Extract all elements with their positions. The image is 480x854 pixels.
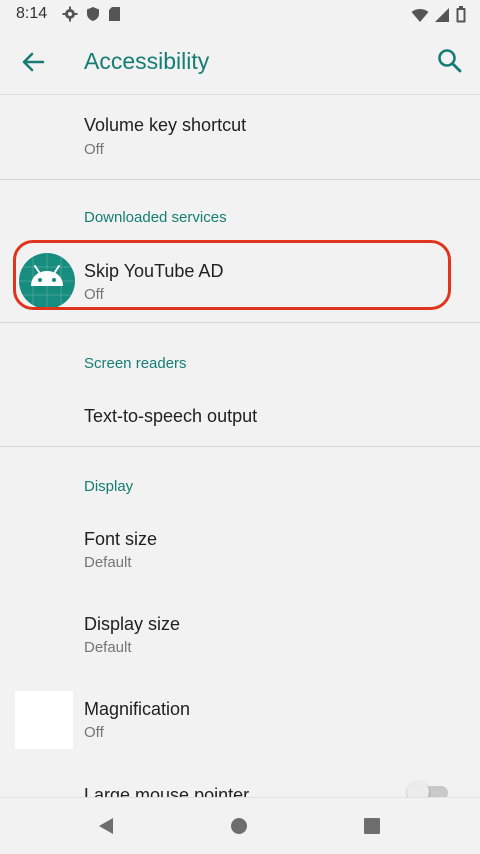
status-bar: 8:14 bbox=[0, 0, 480, 28]
status-icons-left bbox=[62, 6, 121, 22]
list-item-text-to-speech[interactable]: Text-to-speech output bbox=[0, 384, 480, 446]
status-time: 8:14 bbox=[16, 5, 48, 22]
tts-title: Text-to-speech output bbox=[84, 406, 258, 426]
volume-key-subtitle: Off bbox=[84, 141, 104, 158]
wifi-icon bbox=[411, 8, 429, 22]
section-header-downloaded-services: Downloaded services bbox=[84, 209, 227, 226]
status-icons-right bbox=[411, 6, 466, 23]
list-item-font-size[interactable]: Font size Default bbox=[0, 510, 480, 594]
search-icon[interactable] bbox=[436, 47, 464, 75]
list-item-volume-key-shortcut[interactable]: Volume key shortcut Off bbox=[0, 95, 480, 179]
page-title: Accessibility bbox=[84, 48, 210, 74]
volume-key-title: Volume key shortcut bbox=[84, 115, 247, 135]
divider bbox=[0, 322, 480, 323]
back-arrow-icon[interactable] bbox=[18, 47, 48, 77]
nav-home-icon[interactable] bbox=[230, 817, 248, 835]
section-header-display: Display bbox=[84, 478, 134, 495]
font-size-title: Font size bbox=[84, 529, 158, 549]
magnification-title: Magnification bbox=[84, 699, 191, 719]
sd-card-icon bbox=[109, 7, 120, 21]
navigation-bar bbox=[0, 797, 480, 854]
battery-icon bbox=[456, 6, 466, 23]
font-size-subtitle: Default bbox=[84, 554, 132, 571]
divider bbox=[0, 179, 480, 180]
section-header-screen-readers: Screen readers bbox=[84, 355, 187, 372]
app-bar: Accessibility bbox=[0, 28, 480, 95]
list-item-display-size[interactable]: Display size Default bbox=[0, 595, 480, 679]
gear-icon bbox=[62, 6, 78, 22]
shield-icon bbox=[87, 7, 99, 21]
magnification-subtitle: Off bbox=[84, 724, 104, 741]
divider bbox=[0, 446, 480, 447]
list-item-magnification[interactable]: Magnification Off bbox=[0, 680, 480, 764]
highlight-annotation bbox=[13, 240, 451, 310]
nav-back-icon[interactable] bbox=[96, 816, 116, 836]
display-size-subtitle: Default bbox=[84, 639, 132, 656]
cell-signal-icon bbox=[435, 7, 449, 22]
display-size-title: Display size bbox=[84, 614, 181, 634]
nav-recents-icon[interactable] bbox=[363, 817, 381, 835]
